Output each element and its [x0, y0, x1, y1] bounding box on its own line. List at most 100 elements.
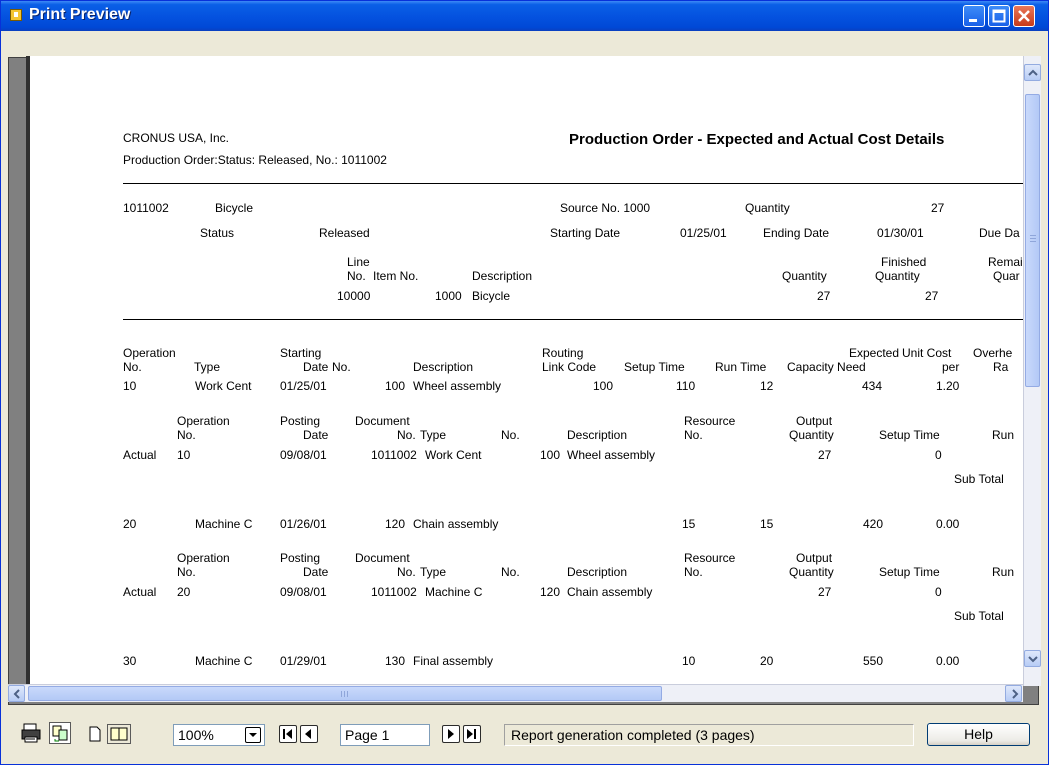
last-page-button[interactable]: [463, 725, 481, 743]
scroll-left-button[interactable]: [8, 685, 25, 702]
unit-cost-per-header: per: [942, 360, 960, 374]
next-page-button[interactable]: [442, 725, 460, 743]
title-bar[interactable]: Print Preview: [1, 1, 1048, 31]
expected-header: Expected: [849, 346, 900, 360]
line-quantity: 27: [817, 289, 831, 303]
output-header: Output: [796, 414, 833, 428]
starting-date-label: Starting Date: [550, 226, 621, 240]
posting-header: Posting: [280, 551, 321, 565]
actual-label: Actual: [123, 585, 157, 599]
op-no: 20: [123, 517, 137, 531]
op-start: 01/29/01: [280, 654, 327, 668]
posting-date-header: Date: [303, 565, 329, 579]
order-description: Bicycle: [215, 201, 254, 215]
two-pages-icon[interactable]: [107, 724, 131, 744]
actual-output: 27: [818, 585, 832, 599]
page-setup-icon[interactable]: [49, 722, 71, 744]
report-title: Production Order - Expected and Actual C…: [569, 131, 945, 148]
op-start: 01/26/01: [280, 517, 327, 531]
page-field[interactable]: Page 1: [340, 724, 430, 746]
maximize-icon: [992, 9, 1006, 23]
divider: [123, 319, 1027, 320]
remaining-header: Remair: [988, 255, 1027, 269]
maximize-button[interactable]: [988, 5, 1010, 27]
previous-page-button[interactable]: [300, 725, 318, 743]
actual-description-header: Description: [567, 565, 628, 579]
preview-area: CRONUS USA, Inc. Production Order - Expe…: [8, 56, 1041, 705]
op-run: 15: [760, 517, 774, 531]
op-no2: 120: [385, 517, 406, 531]
op-no2: 100: [385, 379, 406, 393]
document-header: Document: [355, 414, 410, 428]
description-header: Description: [413, 360, 474, 374]
actual-setup: 0: [935, 448, 942, 462]
op-unit: 0.00: [936, 654, 960, 668]
print-icon[interactable]: [20, 722, 42, 744]
actual-operation-no-header: No.: [177, 428, 196, 442]
op-unit: 1.20: [936, 379, 960, 393]
zoom-select[interactable]: 100%: [173, 724, 265, 746]
actual-type-header: Type: [420, 565, 447, 579]
status-bar: Report generation completed (3 pages): [504, 724, 914, 746]
divider: [123, 183, 1027, 184]
routing-link-code-header: Link Code: [542, 360, 597, 374]
finished-header: Finished: [881, 255, 927, 269]
help-button[interactable]: Help: [927, 723, 1030, 746]
actual-setup-header: Setup Time: [879, 565, 940, 579]
report-page: CRONUS USA, Inc. Production Order - Expe…: [26, 56, 1027, 686]
actual-op: 10: [177, 448, 191, 462]
scroll-up-button[interactable]: [1024, 64, 1041, 81]
starting-date-value: 01/25/01: [680, 226, 727, 240]
ending-date-value: 01/30/01: [877, 226, 924, 240]
routing-header: Routing: [542, 346, 584, 360]
op-routing: 100: [593, 379, 614, 393]
document-header: Document: [355, 551, 410, 565]
op-no2: 130: [385, 654, 406, 668]
sub-total-label: Sub Total: [954, 472, 1004, 486]
last-page-icon: [467, 729, 476, 739]
vertical-scroll-thumb[interactable]: [1025, 94, 1040, 387]
print-preview-window: Print Preview CRONUS USA, Inc. Productio…: [0, 0, 1049, 765]
minimize-icon: [969, 19, 977, 22]
first-page-icon: [283, 729, 292, 739]
scroll-down-button[interactable]: [1024, 650, 1041, 667]
line-item-no: 1000: [435, 289, 462, 303]
horizontal-scroll-thumb[interactable]: [28, 686, 662, 701]
actual-posting: 09/08/01: [280, 585, 327, 599]
op-type: Machine C: [195, 517, 253, 531]
op-no: 30: [123, 654, 137, 668]
chevron-down-icon: [249, 733, 257, 737]
status-label: Status: [200, 226, 235, 240]
line-no: 10000: [337, 289, 371, 303]
close-button[interactable]: [1013, 5, 1035, 27]
output-quantity-header: Quantity: [789, 428, 834, 442]
actual-type: Work Cent: [425, 448, 482, 462]
minimize-button[interactable]: [963, 5, 985, 27]
line-finished: 27: [925, 289, 939, 303]
resource-no-header: No.: [684, 565, 703, 579]
resource-header: Resource: [684, 551, 736, 565]
scroll-right-button[interactable]: [1005, 685, 1022, 702]
company-name: CRONUS USA, Inc.: [123, 131, 230, 145]
status-value: Released: [319, 226, 370, 240]
actual-doc: 1011002: [371, 585, 417, 599]
actual-desc: Wheel assembly: [567, 448, 656, 462]
type-header: Type: [194, 360, 221, 374]
horizontal-scrollbar[interactable]: [8, 684, 1023, 702]
actual-setup: 0: [935, 585, 942, 599]
zoom-dropdown-button[interactable]: [245, 727, 261, 743]
output-quantity-header: Quantity: [789, 565, 834, 579]
source-no: Source No. 1000: [560, 201, 651, 215]
actual-desc: Chain assembly: [567, 585, 653, 599]
chevron-right-icon: [1012, 689, 1019, 699]
next-page-icon: [448, 729, 454, 739]
overhead-rate-header: Ra: [993, 360, 1009, 374]
resource-header: Resource: [684, 414, 736, 428]
single-page-icon[interactable]: [89, 726, 101, 742]
actual-type-header: Type: [420, 428, 447, 442]
vertical-scrollbar[interactable]: [1023, 56, 1041, 686]
op-type: Machine C: [195, 654, 253, 668]
op-unit: 0.00: [936, 517, 960, 531]
op-desc: Chain assembly: [413, 517, 499, 531]
first-page-button[interactable]: [279, 725, 297, 743]
